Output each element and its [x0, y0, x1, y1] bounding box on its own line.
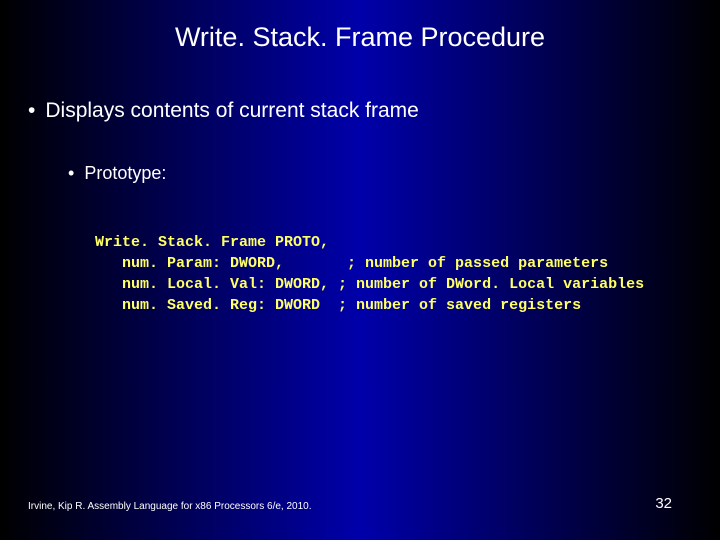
slide-title: Write. Stack. Frame Procedure [0, 0, 720, 53]
bullet-dot: • [68, 163, 84, 183]
bullet-1-text: Displays contents of current stack frame [45, 99, 418, 122]
footer-citation: Irvine, Kip R. Assembly Language for x86… [28, 501, 312, 512]
code-block: Write. Stack. Frame PROTO, num. Param: D… [0, 184, 720, 316]
bullet-level-2: •Prototype: [0, 123, 720, 184]
bullet-level-1: •Displays contents of current stack fram… [0, 53, 720, 123]
bullet-2-text: Prototype: [84, 163, 166, 183]
page-number: 32 [655, 495, 672, 512]
bullet-dot: • [28, 99, 45, 122]
